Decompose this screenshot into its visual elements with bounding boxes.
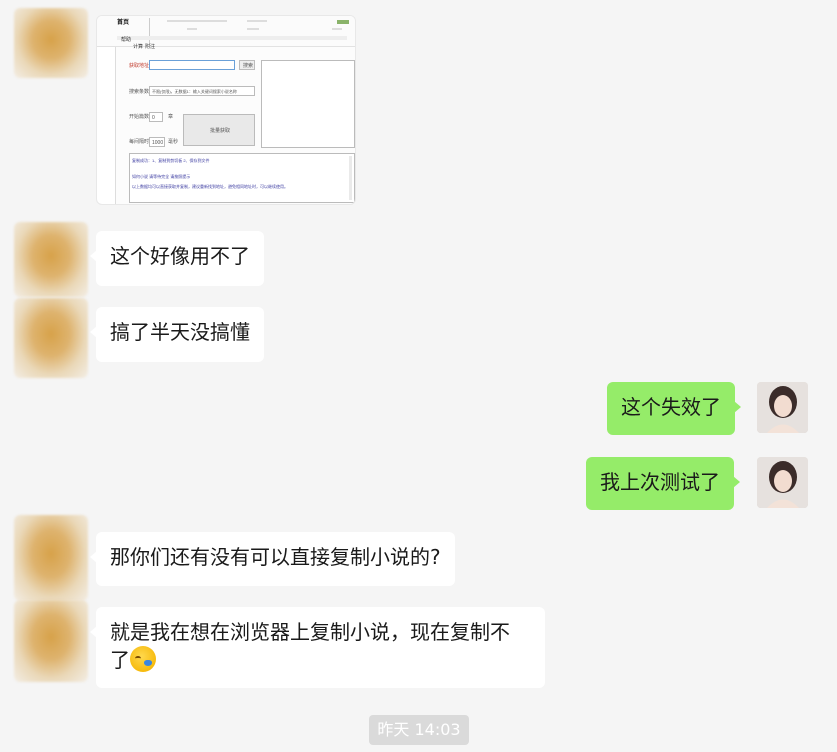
- screenshot-preview-pane: [261, 60, 355, 148]
- message-text: 搞了半天没搞懂: [110, 320, 250, 344]
- message-text-line-2: 了: [110, 648, 130, 672]
- message-bubble-outgoing[interactable]: 我上次测试了: [586, 457, 740, 510]
- screenshot-delay-unit: 毫秒: [168, 139, 179, 145]
- message-bubble-incoming[interactable]: 就是我在想在浏览器上复制小说，现在复制不 了: [90, 607, 545, 688]
- contact-avatar[interactable]: [14, 515, 88, 601]
- message-bubble-incoming[interactable]: 那你们还有没有可以直接复制小说的?: [90, 532, 455, 586]
- image-message[interactable]: 首页 帮助 计算 附注 获取地址: 搜索 搜索条数: 不限(仅限)，无数据1：输…: [96, 15, 356, 205]
- screenshot-menu-3: 附注: [145, 44, 156, 50]
- message-bubble-outgoing[interactable]: 这个失效了: [607, 382, 741, 435]
- screenshot-fields-label: 搜索条数:: [129, 89, 151, 95]
- message-text: 这个失效了: [621, 395, 721, 419]
- screenshot-menu-1: 帮助: [121, 37, 132, 43]
- contact-avatar[interactable]: [14, 600, 88, 682]
- my-avatar[interactable]: [757, 382, 808, 433]
- screenshot-delay-value: 1000: [152, 140, 164, 146]
- message-text-line-1: 就是我在想在浏览器上复制小说，现在复制不: [110, 620, 510, 644]
- screenshot-log-line-2: 如何小说 请等待完全 请按照提示: [132, 174, 191, 179]
- avatar-photo-icon: [757, 382, 808, 433]
- message-text: 我上次测试了: [600, 470, 720, 494]
- contact-avatar[interactable]: [14, 222, 88, 297]
- screenshot-url-input: [149, 60, 235, 70]
- timestamp-divider: 昨天 14:03: [369, 715, 469, 745]
- screenshot-fields-value: 不限(仅限)，无数据1：输入关键词搜索小说名称: [152, 89, 237, 94]
- screenshot-url-label: 获取地址:: [129, 63, 151, 69]
- message-text: 那你们还有没有可以直接复制小说的?: [110, 545, 441, 569]
- contact-avatar[interactable]: [14, 8, 88, 78]
- avatar-photo-icon: [757, 457, 808, 508]
- screenshot-log-line-3: 以上数据均可以直接获取并复制，建议重新找到地址，避免相同地址时，可以继续使用。: [132, 184, 288, 189]
- screenshot-log-line-1: 复制成功：1、复制到剪切板 2、保存到文件: [132, 158, 210, 163]
- screenshot-search-button: 搜索: [243, 63, 254, 69]
- message-bubble-incoming[interactable]: 这个好像用不了: [90, 231, 264, 286]
- screenshot-start-button: 批量获取: [210, 128, 231, 134]
- my-avatar[interactable]: [757, 457, 808, 508]
- screenshot-delay-label: 每间隔时:: [129, 139, 151, 145]
- screenshot-count-label: 开始篇数:: [129, 114, 151, 120]
- screenshot-tab-title: 首页: [117, 20, 130, 26]
- screenshot-log-pane: 复制成功：1、复制到剪切板 2、保存到文件 如何小说 请等待完全 请按照提示 以…: [129, 153, 355, 203]
- screenshot-count-value: 0: [152, 115, 155, 121]
- crying-laughing-emoji-icon: [130, 646, 156, 672]
- contact-avatar[interactable]: [14, 298, 88, 378]
- message-bubble-incoming[interactable]: 搞了半天没搞懂: [90, 307, 264, 362]
- screenshot-menu-2: 计算: [133, 44, 144, 50]
- message-text: 这个好像用不了: [110, 244, 250, 268]
- screenshot-count-unit: 章: [168, 114, 174, 120]
